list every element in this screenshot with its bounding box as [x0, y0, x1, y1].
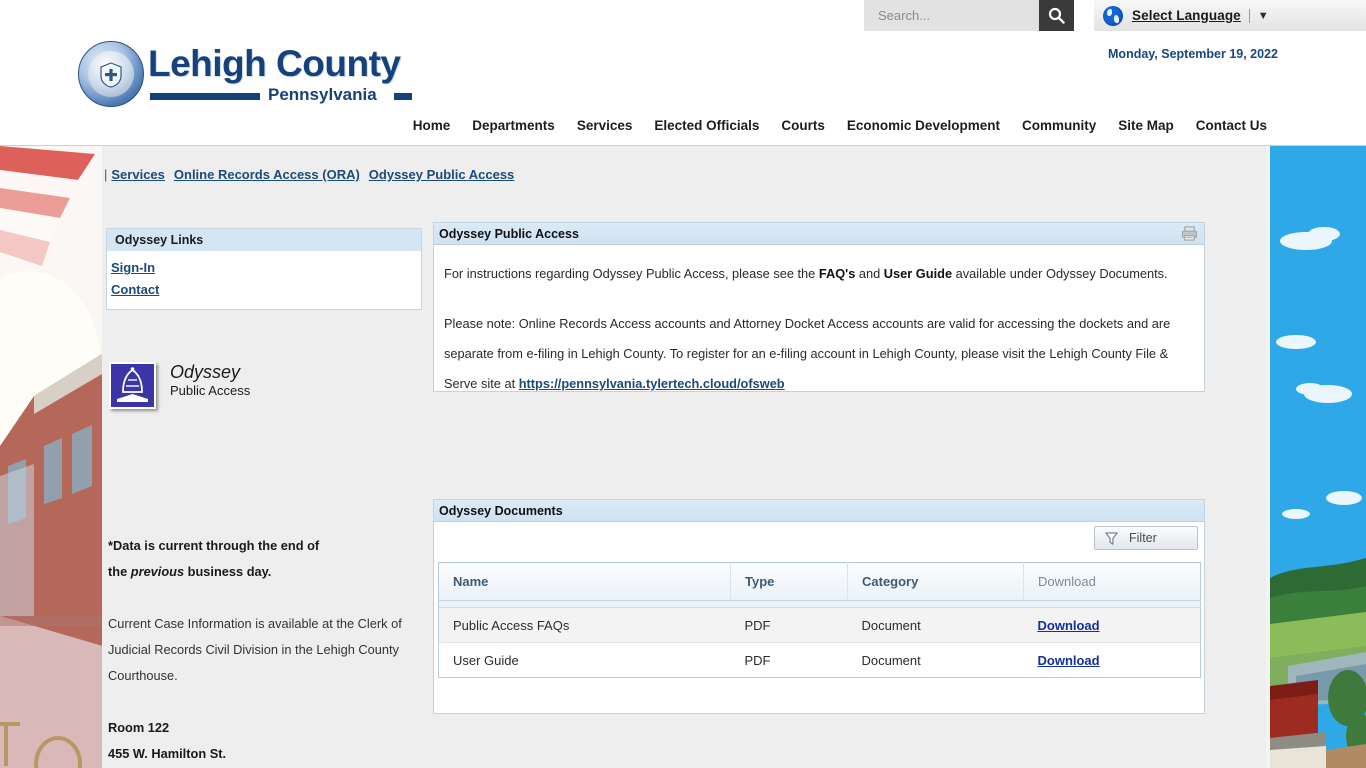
decorative-photo-left: [0, 146, 102, 768]
logo-subtitle-group: Pennsylvania: [150, 87, 448, 103]
funnel-icon: [1104, 531, 1119, 546]
filter-button-label: Filter: [1129, 531, 1157, 545]
odyssey-brand-subtitle: Public Access: [170, 383, 250, 400]
panel-title-documents: Odyssey Documents: [439, 504, 563, 518]
table-row[interactable]: Public Access FAQsPDFDocument Download: [439, 608, 1201, 643]
column-header-download: Download: [1024, 563, 1201, 601]
search-container: [864, 0, 1074, 31]
breadcrumb-link-services[interactable]: Services: [111, 167, 165, 182]
nav-item-site-map[interactable]: Site Map: [1107, 114, 1185, 137]
sidebar-note-case-1: Current Case Information is available at…: [108, 611, 418, 637]
panel-header-info: Odyssey Public Access: [434, 223, 1204, 245]
document-type-cell: PDF: [731, 643, 848, 678]
odyssey-links-title: Odyssey Links: [107, 229, 421, 251]
document-category-cell: Document: [848, 643, 1024, 678]
sidebar-link-sign-in[interactable]: Sign-In: [111, 260, 155, 275]
logo-rule-right: [394, 93, 412, 100]
sidebar-note-case-2: Judicial Records Civil Division in the L…: [108, 637, 418, 663]
nav-item-services[interactable]: Services: [566, 114, 644, 137]
document-name-cell: Public Access FAQs: [439, 608, 731, 643]
note-post: business day.: [184, 564, 271, 579]
p1-bold-userguide: User Guide: [884, 266, 952, 281]
sidebar-note-data-1: *Data is current through the end of: [108, 533, 418, 559]
breadcrumb: | Services Online Records Access (ORA) Odys…: [104, 167, 523, 182]
content-area: | Services Online Records Access (ORA) Odys…: [102, 146, 1266, 768]
main-navigation: HomeDepartmentsServicesElected Officials…: [0, 108, 1366, 146]
panel-body-info: For instructions regarding Odyssey Publi…: [434, 245, 1204, 409]
site-logo[interactable]: Lehigh County Pennsylvania: [70, 35, 400, 115]
nav-item-courts[interactable]: Courts: [770, 114, 836, 137]
sidebar-note-case-3: Courthouse.: [108, 663, 418, 689]
county-seal-icon: [78, 41, 144, 107]
nav-item-elected-officials[interactable]: Elected Officials: [643, 114, 770, 137]
nav-item-contact-us[interactable]: Contact Us: [1185, 114, 1278, 137]
download-link[interactable]: Download: [1038, 653, 1100, 668]
document-download-cell: Download: [1024, 643, 1201, 678]
note-emphasis: previous: [131, 564, 184, 579]
panel-title-info: Odyssey Public Access: [439, 227, 579, 241]
odyssey-documents-panel: Odyssey Documents Filter Name Type Categ…: [433, 499, 1205, 714]
info-paragraph-1: For instructions regarding Odyssey Publi…: [438, 259, 1200, 289]
current-date: Monday, September 19, 2022: [1108, 47, 1278, 61]
search-button[interactable]: [1039, 0, 1074, 31]
breadcrumb-link-online-records-access-ora-[interactable]: Online Records Access (ORA): [174, 167, 360, 182]
column-header-name[interactable]: Name: [439, 563, 731, 601]
select-language-link[interactable]: Select Language: [1132, 8, 1241, 23]
column-header-type[interactable]: Type: [731, 563, 848, 601]
table-header-row: Name Type Category Download: [439, 563, 1201, 601]
sidebar-address-street: 455 W. Hamilton St.: [108, 741, 418, 767]
document-category-cell: Document: [848, 608, 1024, 643]
odyssey-brand-text: Odyssey Public Access: [170, 363, 250, 400]
odyssey-brand: Odyssey Public Access: [106, 362, 406, 418]
note-pre: the: [108, 564, 131, 579]
search-input[interactable]: [864, 0, 1039, 31]
flag-courthouse-image: [0, 146, 102, 768]
globe-icon: [1103, 6, 1123, 26]
breadcrumb-leading: |: [104, 167, 107, 182]
language-selector[interactable]: Select Language ▼: [1094, 0, 1366, 31]
nav-item-economic-development[interactable]: Economic Development: [836, 114, 1011, 137]
download-link[interactable]: Download: [1038, 618, 1100, 633]
logo-title: Lehigh County: [148, 43, 400, 85]
p1-seg1: For instructions regarding Odyssey Publi…: [444, 266, 819, 281]
document-name-cell: User Guide: [439, 643, 731, 678]
p1-bold-faqs: FAQ's: [819, 266, 855, 281]
printer-icon[interactable]: [1181, 226, 1198, 241]
top-utility-bar: Select Language ▼: [0, 0, 1366, 32]
logo-rule-left: [150, 93, 260, 100]
efile-site-link[interactable]: https://pennsylvania.tylertech.cloud/ofs…: [519, 376, 785, 391]
courthouse-dome-icon: [109, 362, 156, 409]
farm-landscape-image: [1266, 146, 1366, 768]
seal-shield-icon: [99, 62, 123, 88]
panel-header-documents: Odyssey Documents: [434, 500, 1204, 522]
logo-subtitle: Pennsylvania: [268, 85, 377, 105]
decorative-photo-right: [1266, 146, 1366, 768]
odyssey-links-panel: Odyssey Links Sign-In Contact: [106, 228, 422, 310]
sidebar-link-contact[interactable]: Contact: [111, 282, 159, 297]
nav-item-home[interactable]: Home: [402, 114, 462, 137]
document-type-cell: PDF: [731, 608, 848, 643]
nav-item-community[interactable]: Community: [1011, 114, 1107, 137]
document-download-cell: Download: [1024, 608, 1201, 643]
documents-table: Name Type Category Download Public Acces…: [438, 562, 1201, 678]
search-icon: [1048, 7, 1065, 24]
p1-seg2: and: [855, 266, 883, 281]
language-divider: [1249, 9, 1250, 23]
column-header-category[interactable]: Category: [848, 563, 1024, 601]
breadcrumb-link-odyssey-public-access[interactable]: Odyssey Public Access: [369, 167, 515, 182]
chevron-down-icon[interactable]: ▼: [1258, 10, 1269, 22]
odyssey-brand-title: Odyssey: [170, 363, 250, 383]
filter-button[interactable]: Filter: [1094, 526, 1198, 550]
nav-item-departments[interactable]: Departments: [461, 114, 566, 137]
info-paragraph-2: Please note: Online Records Access accou…: [438, 309, 1200, 399]
table-row[interactable]: User GuidePDFDocument Download: [439, 643, 1201, 678]
p1-seg3: available under Odyssey Documents.: [952, 266, 1168, 281]
sidebar-note-data-2: the previous business day.: [108, 559, 418, 585]
odyssey-links-list: Sign-In Contact: [107, 251, 421, 297]
odyssey-public-access-panel: Odyssey Public Access For instructions r…: [433, 222, 1205, 392]
sidebar-address-room: Room 122: [108, 715, 418, 741]
table-top-strip: [439, 601, 1201, 608]
